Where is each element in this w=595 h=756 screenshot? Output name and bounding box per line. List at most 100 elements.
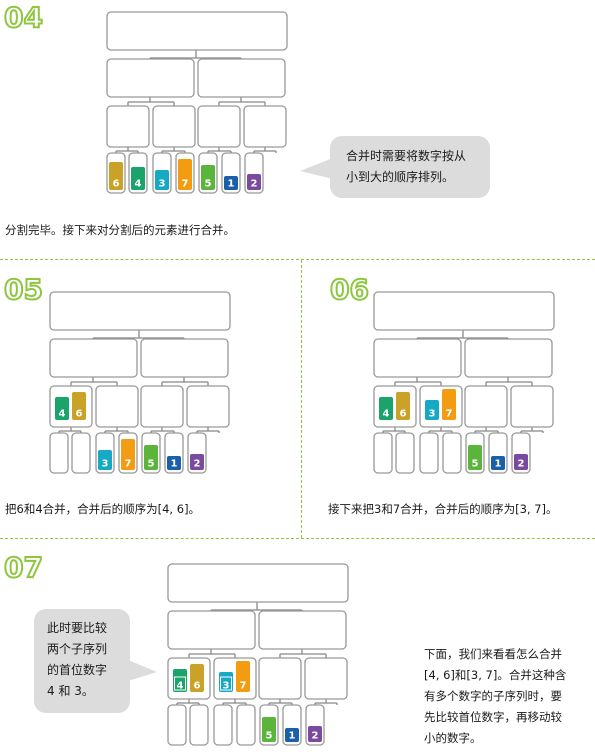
leaf-slot-3 — [442, 432, 462, 474]
leaf-slot-3 — [236, 704, 256, 746]
level1-box-1 — [464, 338, 553, 378]
digit-label: 4 — [135, 179, 142, 190]
level2-box-2 — [197, 105, 241, 148]
bubble-tail — [300, 158, 333, 179]
explanation-line: 有多个数字的子序列时，要 — [424, 689, 562, 703]
digit-card-1: 1 — [224, 176, 238, 190]
caption-step-04: 分割完毕。接下来对分割后的元素进行合并。 — [5, 223, 235, 237]
level2-box-3 — [243, 105, 287, 148]
level2-box-2 — [464, 385, 508, 428]
digit-label: 2 — [251, 179, 258, 190]
level1-box-0 — [167, 610, 256, 650]
digit-label: 1 — [289, 731, 296, 742]
digit-label: 1 — [495, 459, 502, 470]
explanation-step-07: 下面，我们来看看怎么合并 [4, 6]和[3, 7]。合并这种含 有多个数字的子… — [424, 644, 584, 749]
digit-card-2: 2 — [190, 454, 204, 470]
digit-card-2: 2 — [308, 726, 322, 742]
leaf-slot-2 — [213, 704, 233, 746]
level2-box-3 — [510, 385, 554, 428]
digit-label: 3 — [102, 459, 109, 470]
root-box — [106, 11, 288, 51]
digit-card-7: 7 — [178, 159, 192, 190]
bubble-line: 4 和 3。 — [47, 684, 94, 698]
digit-label: 1 — [228, 179, 235, 190]
level1-box-0 — [373, 338, 462, 378]
leaf-slot-0 — [373, 432, 393, 474]
explanation-line: 先比较首位数字，再移动较 — [424, 710, 562, 724]
merge-diagram-step-06: 5 1 2 4 6 3 7 — [373, 291, 555, 474]
digit-card-6: 6 — [190, 664, 204, 692]
digit-card-3: 3 — [219, 672, 233, 692]
digit-card-7: 7 — [121, 439, 135, 470]
digit-card-4: 4 — [379, 397, 393, 420]
merge-diagram-step-07: 5 1 2 4 6 3 7 — [167, 563, 349, 746]
digit-label: 6 — [400, 409, 407, 420]
explanation-line: 小的数字。 — [424, 731, 482, 745]
divider-horizontal — [0, 259, 595, 260]
digit-card-4: 4 — [173, 669, 187, 692]
digit-label: 7 — [182, 179, 189, 190]
digit-label: 1 — [171, 459, 178, 470]
digit-card-1: 1 — [285, 728, 299, 742]
leaf-slot-2 — [419, 432, 439, 474]
step-number-06: 06 — [329, 273, 370, 306]
divider-horizontal — [0, 538, 595, 539]
level2-box-0 — [106, 105, 150, 148]
step-number-05: 05 — [3, 273, 44, 306]
leaf-slot-0 — [167, 704, 187, 746]
merge-diagram-step-04: 6 4 3 7 5 1 2 — [106, 11, 288, 194]
bubble-line: 小到大的顺序排列。 — [346, 170, 455, 184]
root-box — [373, 291, 555, 331]
digit-label: 3 — [159, 179, 166, 190]
leaf-slot-1 — [71, 432, 91, 474]
explanation-line: 下面，我们来看看怎么合并 — [424, 647, 562, 661]
digit-label: 3 — [429, 409, 436, 420]
bubble-tail-step-07 — [128, 660, 157, 681]
level1-box-1 — [258, 610, 347, 650]
step-number-07: 07 — [3, 551, 44, 584]
digit-card-1: 1 — [167, 456, 181, 470]
leaf-slot-1 — [189, 704, 209, 746]
digit-label: 7 — [446, 409, 453, 420]
bubble-tail-step-04 — [300, 158, 333, 179]
digit-card-6: 6 — [109, 162, 123, 190]
digit-label: 6 — [113, 179, 120, 190]
digit-card-1: 1 — [491, 456, 505, 470]
digit-card-5: 5 — [201, 165, 215, 190]
level1-box-0 — [49, 338, 138, 378]
digit-card-4: 4 — [131, 167, 145, 190]
digit-label: 4 — [177, 681, 184, 692]
digit-card-3: 3 — [98, 450, 112, 470]
digit-card-2: 2 — [514, 454, 528, 470]
level1-box-1 — [197, 58, 286, 98]
digit-card-3: 3 — [425, 400, 439, 420]
level1-box-1 — [140, 338, 229, 378]
leaf-slot-1 — [395, 432, 415, 474]
digit-label: 4 — [59, 409, 66, 420]
bubble-line: 此时要比较 — [47, 621, 108, 635]
bubble-line: 的首位数字 — [47, 663, 108, 677]
level2-box-3 — [304, 657, 348, 700]
digit-label: 5 — [205, 179, 212, 190]
level1-box-0 — [106, 58, 195, 98]
digit-card-3: 3 — [155, 170, 169, 190]
digit-label: 5 — [472, 459, 479, 470]
digit-label: 2 — [194, 459, 201, 470]
level2-box-1 — [95, 385, 139, 428]
digit-card-6: 6 — [396, 392, 410, 420]
digit-card-7: 7 — [442, 389, 456, 420]
digit-label: 7 — [240, 681, 247, 692]
digit-label: 2 — [312, 731, 319, 742]
divider-vertical — [301, 260, 302, 538]
merge-diagram-step-05: 3 7 5 1 2 4 6 — [49, 291, 231, 474]
root-box — [167, 563, 349, 603]
root-box — [49, 291, 231, 331]
digit-label: 6 — [194, 681, 201, 692]
bubble-tail — [128, 660, 157, 681]
digit-label: 5 — [148, 459, 155, 470]
digit-card-5: 5 — [144, 445, 158, 470]
bubble-line: 合并时需要将数字按从 — [346, 149, 467, 163]
explanation-line: [4, 6]和[3, 7]。合并这种含 — [424, 668, 567, 682]
level2-box-1 — [152, 105, 196, 148]
bubble-line: 两个子序列 — [47, 642, 108, 656]
